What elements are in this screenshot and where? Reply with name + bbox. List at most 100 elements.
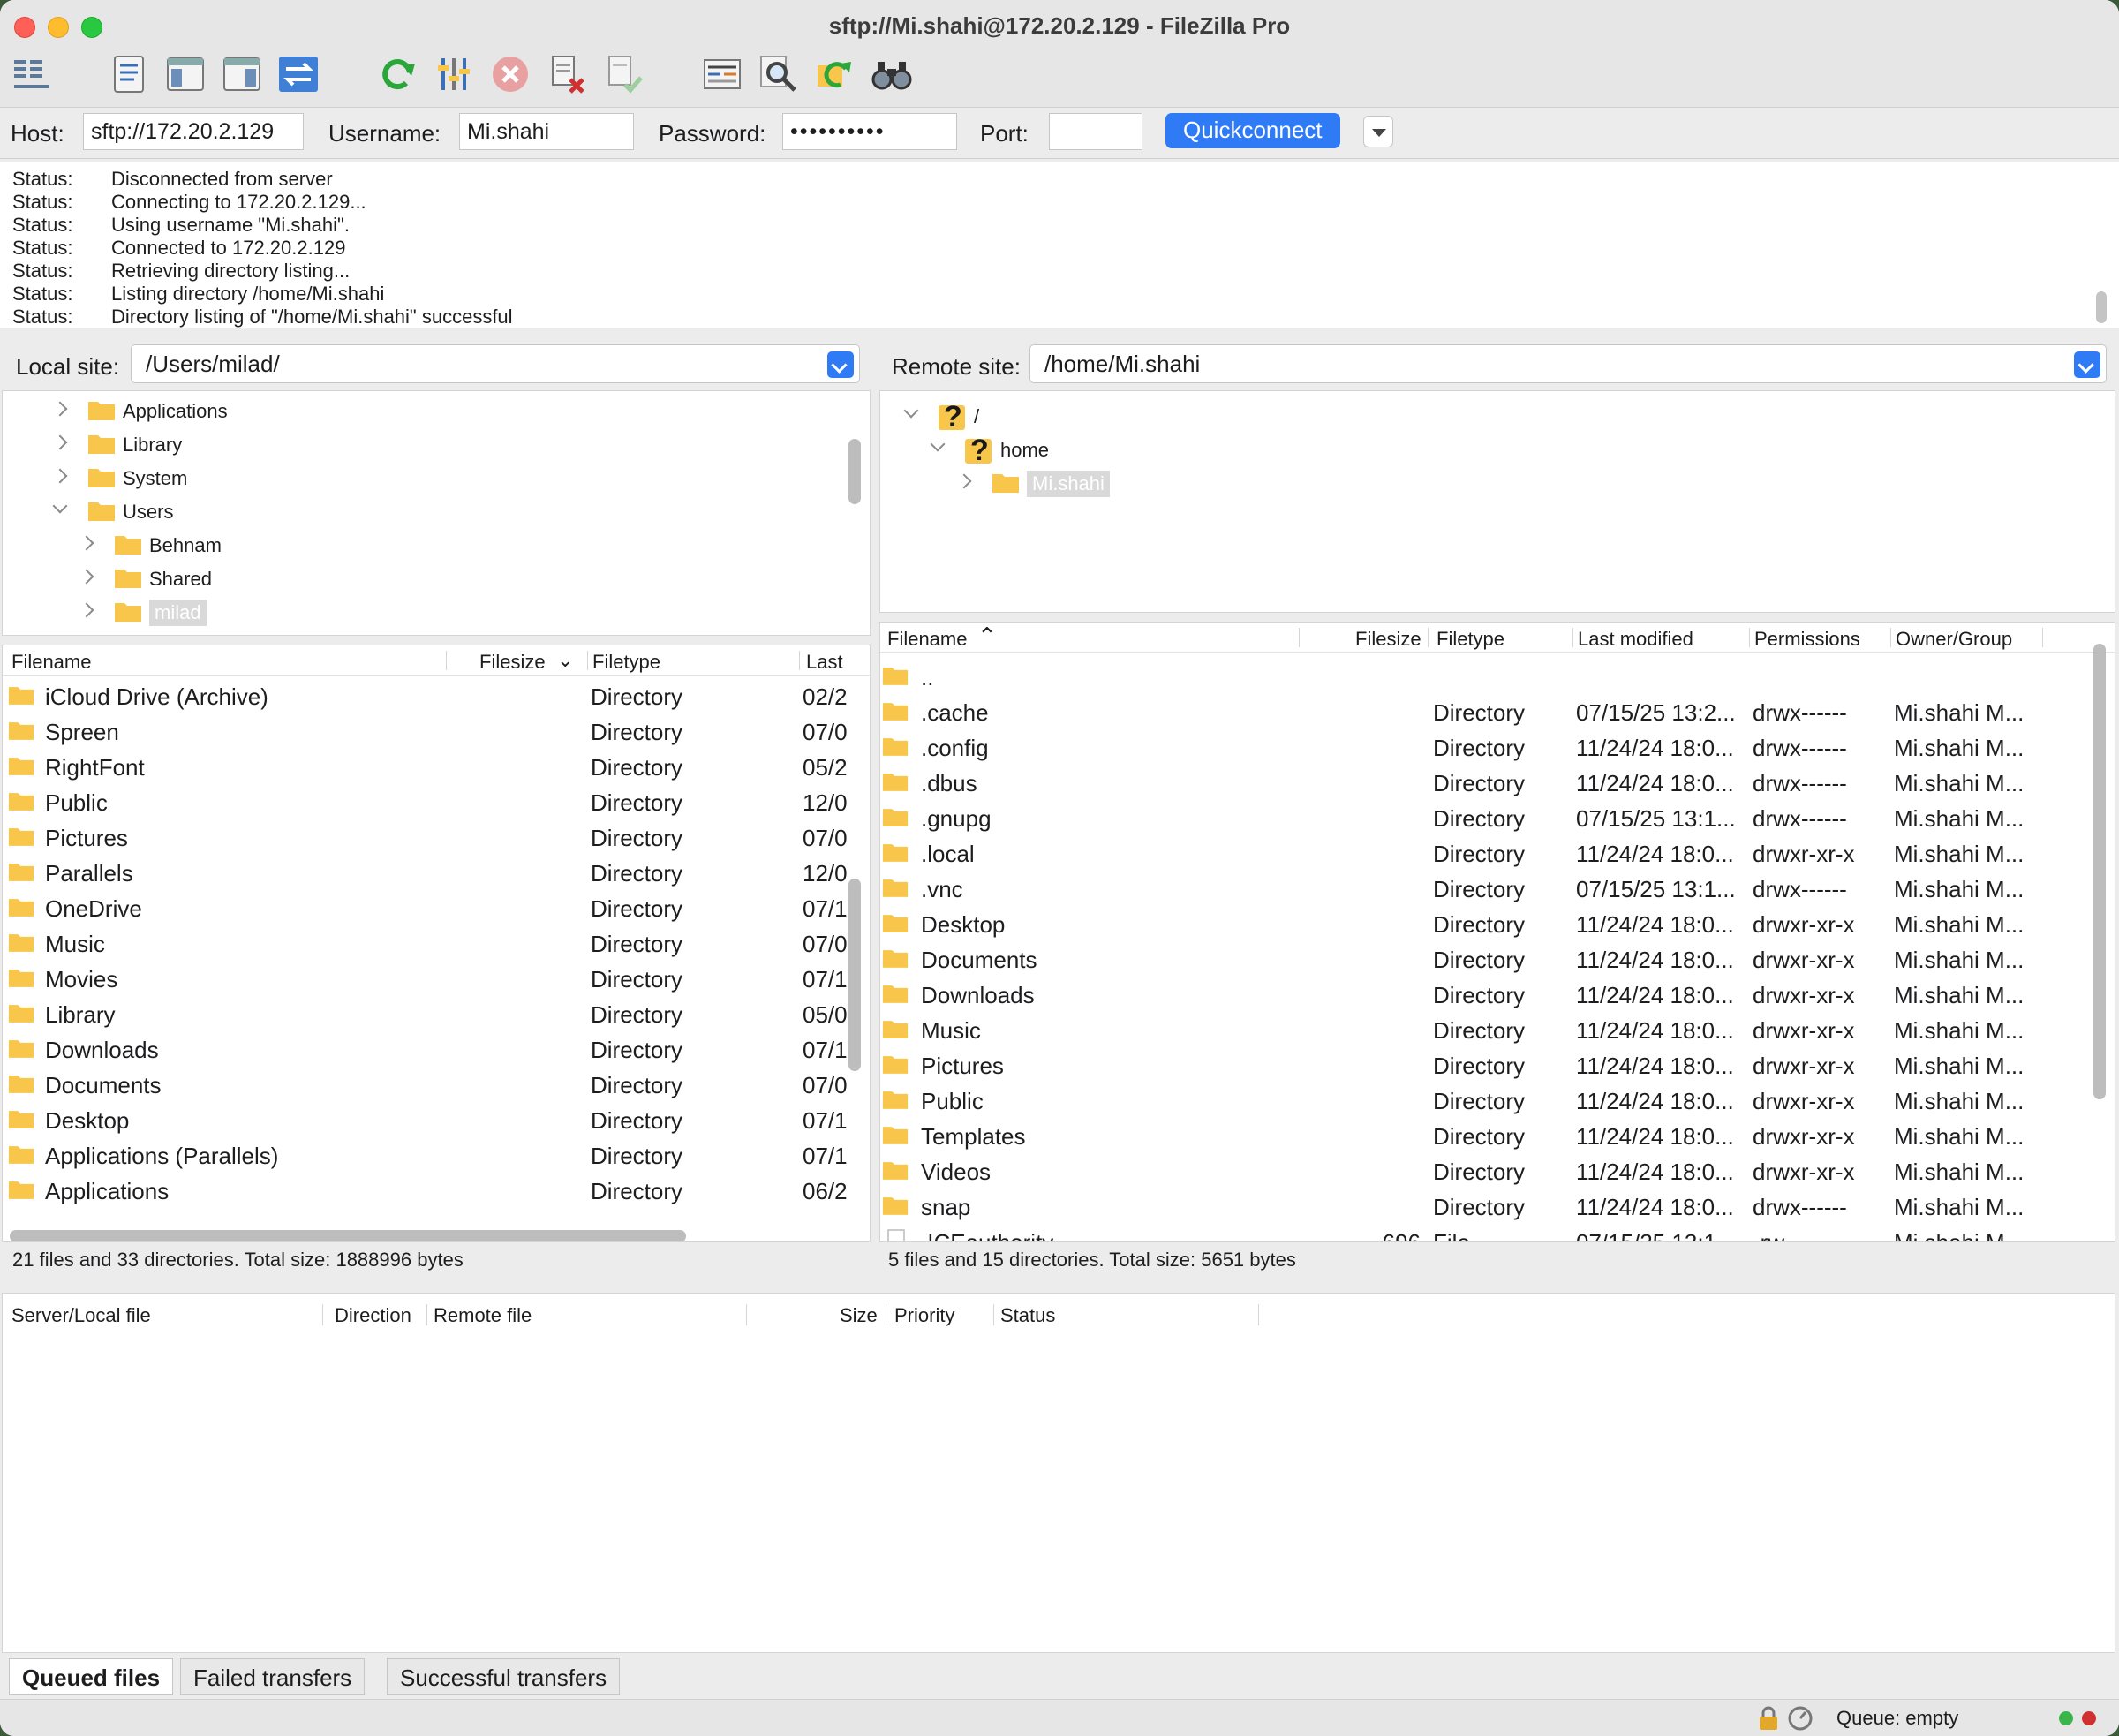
find-files-icon[interactable] — [869, 51, 915, 97]
site-manager-icon[interactable] — [9, 51, 55, 97]
table-row[interactable]: .gnupg Directory 07/15/25 13:1... drwx-----… — [880, 799, 2115, 834]
queue-col-remote-file[interactable]: Remote file — [434, 1304, 532, 1327]
remote-col-permissions[interactable]: Permissions — [1754, 628, 1860, 651]
remote-file-permissions: drwxr-xr-x — [1753, 947, 1855, 973]
table-row[interactable]: .ICEauthority 696 File 07/15/25 13:1... -rw-… — [880, 1223, 2115, 1241]
message-log[interactable]: Status: Disconnected from server Status: Co… — [0, 162, 2119, 328]
transfer-queue[interactable]: Server/Local file Direction Remote file … — [2, 1293, 2115, 1653]
chevron-right-icon[interactable] — [52, 401, 68, 417]
table-row[interactable]: Videos Directory 11/24/24 18:0... drwxr-xr-… — [880, 1152, 2115, 1188]
table-row[interactable]: .vnc Directory 07/15/25 13:1... drwx------ M… — [880, 870, 2115, 905]
sync-browse-icon[interactable] — [812, 51, 858, 97]
table-row[interactable]: Applications Directory 06/2 — [3, 1172, 870, 1207]
remote-col-filesize[interactable]: Filesize — [1355, 628, 1421, 651]
table-row[interactable]: .local Directory 11/24/24 18:0... drwxr-xr-… — [880, 834, 2115, 870]
quickconnect-history-dropdown[interactable] — [1363, 116, 1393, 147]
local-directory-tree[interactable]: Applications Library System Users Behnam Shar… — [2, 390, 871, 636]
refresh-icon[interactable] — [374, 51, 420, 97]
table-row[interactable]: Library Directory 05/0 — [3, 995, 870, 1030]
remote-directory-tree[interactable]: ? /? home Mi.shahi — [879, 390, 2115, 613]
queue-col-direction[interactable]: Direction — [335, 1304, 411, 1327]
speed-limit-icon[interactable] — [1787, 1705, 1814, 1732]
remote-tree-icon[interactable] — [219, 51, 265, 97]
chevron-right-icon[interactable] — [956, 473, 972, 489]
queue-col-server-local-file[interactable]: Server/Local file — [11, 1304, 151, 1327]
table-row[interactable]: Spreen Directory 07/0 — [3, 713, 870, 748]
tab-successful-transfers[interactable]: Successful transfers — [387, 1658, 621, 1695]
local-col-filesize[interactable]: Filesize — [479, 651, 546, 674]
chevron-down-icon[interactable] — [930, 436, 946, 452]
table-row[interactable]: snap Directory 11/24/24 18:0... drwx------ M… — [880, 1188, 2115, 1223]
chevron-down-icon[interactable] — [52, 498, 68, 514]
local-col-filename[interactable]: Filename — [11, 651, 91, 674]
table-row[interactable]: Music Directory 07/0 — [3, 925, 870, 960]
reconnect-icon[interactable] — [600, 51, 646, 97]
remote-list-vscrollbar[interactable] — [2093, 644, 2106, 1099]
chevron-right-icon[interactable] — [79, 602, 94, 618]
table-row[interactable]: Music Directory 11/24/24 18:0... drwxr-xr-x… — [880, 1011, 2115, 1046]
chevron-right-icon[interactable] — [52, 468, 68, 484]
table-row[interactable]: .config Directory 11/24/24 18:0... drwx----… — [880, 728, 2115, 764]
local-col-filetype[interactable]: Filetype — [592, 651, 660, 674]
compare-icon[interactable] — [699, 51, 745, 97]
table-row[interactable]: RightFont Directory 05/2 — [3, 748, 870, 783]
port-input[interactable] — [1049, 113, 1142, 150]
table-row[interactable]: iCloud Drive (Archive) Directory 02/2 — [3, 677, 870, 713]
table-row[interactable]: Downloads Directory 07/1 — [3, 1030, 870, 1066]
table-row[interactable]: Documents Directory 11/24/24 18:0... drwxr-… — [880, 940, 2115, 976]
queue-col-status[interactable]: Status — [1000, 1304, 1055, 1327]
disconnect-icon[interactable] — [544, 51, 590, 97]
table-row[interactable]: OneDrive Directory 07/1 — [3, 889, 870, 925]
local-tree-scrollbar[interactable] — [848, 439, 861, 504]
remote-site-path[interactable]: /home/Mi.shahi — [1029, 344, 2107, 383]
local-list-hscrollbar[interactable] — [10, 1230, 686, 1241]
message-log-icon[interactable] — [106, 51, 152, 97]
remote-file-owner: Mi.shahi M... — [1894, 1053, 2025, 1079]
table-row[interactable]: Documents Directory 07/0 — [3, 1066, 870, 1101]
table-row[interactable]: Applications (Parallels) Directory 07/1 — [3, 1136, 870, 1172]
search-icon[interactable] — [756, 51, 802, 97]
table-row[interactable]: Templates Directory 11/24/24 18:0... drwxr-… — [880, 1117, 2115, 1152]
quickconnect-button[interactable]: Quickconnect — [1165, 113, 1340, 148]
chevron-right-icon[interactable] — [52, 434, 68, 450]
remote-col-filename[interactable]: Filename — [887, 628, 967, 651]
remote-path-dropdown-icon[interactable] — [2074, 351, 2100, 378]
local-tree-icon[interactable] — [162, 51, 208, 97]
table-row[interactable]: Parallels Directory 12/0 — [3, 854, 870, 889]
tab-failed-transfers[interactable]: Failed transfers — [180, 1658, 366, 1695]
remote-col-owner-group[interactable]: Owner/Group — [1896, 628, 2012, 651]
log-scrollbar[interactable] — [2096, 291, 2107, 323]
transfer-queue-icon[interactable] — [275, 51, 321, 97]
table-row[interactable]: Downloads Directory 11/24/24 18:0... drwxr-… — [880, 976, 2115, 1011]
local-col-last-modified[interactable]: Last — [806, 651, 843, 674]
table-row[interactable]: Movies Directory 07/1 — [3, 960, 870, 995]
chevron-right-icon[interactable] — [79, 535, 94, 551]
table-row[interactable]: Public Directory 11/24/24 18:0... drwxr-xr-… — [880, 1082, 2115, 1117]
local-path-dropdown-icon[interactable] — [827, 351, 854, 378]
table-row[interactable]: .cache Directory 07/15/25 13:2... drwx-----… — [880, 693, 2115, 728]
chevron-right-icon[interactable] — [79, 569, 94, 585]
tab-queued-files[interactable]: Queued files — [9, 1658, 174, 1695]
table-row[interactable]: Pictures Directory 11/24/24 18:0... drwxr-x… — [880, 1046, 2115, 1082]
remote-file-list[interactable]: Filename ⌃ Filesize Filetype Last modifi… — [879, 622, 2115, 1242]
host-input[interactable]: sftp://172.20.2.129 — [83, 113, 304, 150]
filter-icon[interactable] — [431, 51, 477, 97]
log-entry-type: Status: — [12, 168, 73, 190]
queue-col-size[interactable]: Size — [840, 1304, 878, 1327]
table-row[interactable]: Desktop Directory 11/24/24 18:0... drwxr-xr… — [880, 905, 2115, 940]
remote-col-filetype[interactable]: Filetype — [1437, 628, 1504, 651]
local-site-path[interactable]: /Users/milad/ — [131, 344, 860, 383]
cancel-icon[interactable] — [487, 51, 533, 97]
table-row[interactable]: Desktop Directory 07/1 — [3, 1101, 870, 1136]
local-file-list[interactable]: Filename Filesize ⌄ Filetype Last iCloud… — [2, 645, 871, 1242]
table-row[interactable]: .dbus Directory 11/24/24 18:0... drwx------… — [880, 764, 2115, 799]
table-row[interactable]: Pictures Directory 07/0 — [3, 819, 870, 854]
queue-col-priority[interactable]: Priority — [894, 1304, 954, 1327]
remote-col-last-modified[interactable]: Last modified — [1578, 628, 1693, 651]
username-input[interactable]: Mi.shahi — [459, 113, 634, 150]
chevron-down-icon[interactable] — [903, 403, 919, 419]
table-row[interactable]: Public Directory 12/0 — [3, 783, 870, 819]
table-row[interactable]: .. — [880, 658, 2115, 693]
local-list-vscrollbar[interactable] — [848, 879, 861, 1071]
password-input[interactable]: •••••••••• — [782, 113, 957, 150]
